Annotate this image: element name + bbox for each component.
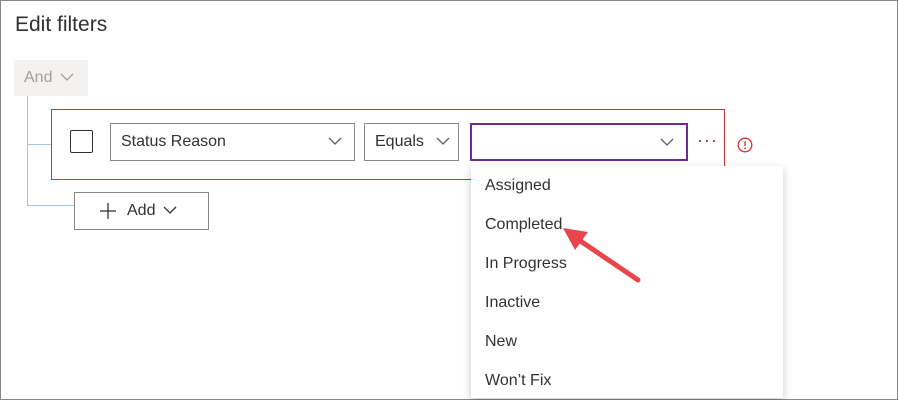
more-icon[interactable]: ··· (697, 130, 718, 151)
option-assigned[interactable]: Assigned (471, 166, 783, 205)
chevron-down-icon (660, 134, 674, 152)
chevron-down-icon (60, 69, 74, 87)
operator-value: Equals (375, 133, 424, 150)
add-button[interactable]: Add (74, 192, 209, 230)
chevron-down-icon (436, 133, 450, 151)
panel-title: Edit filters (15, 13, 108, 36)
value-dropdown[interactable] (470, 123, 688, 161)
option-wont-fix[interactable]: Won’t Fix (471, 361, 783, 400)
add-button-label: Add (127, 202, 156, 219)
attribute-dropdown[interactable]: Status Reason (110, 123, 355, 161)
annotation-arrow-icon (563, 228, 641, 283)
group-operator-dropdown[interactable]: And (14, 60, 88, 96)
option-inactive[interactable]: Inactive (471, 283, 783, 322)
row-select-checkbox[interactable] (70, 130, 93, 153)
operator-dropdown[interactable]: Equals (364, 123, 459, 161)
tree-connector (27, 96, 28, 206)
error-icon (737, 137, 753, 153)
group-operator-label: And (24, 69, 53, 86)
plus-icon (97, 200, 119, 222)
chevron-down-icon (328, 133, 342, 151)
chevron-down-icon (163, 202, 177, 220)
attribute-value: Status Reason (121, 133, 226, 150)
tree-connector (27, 144, 51, 145)
tree-connector (27, 205, 74, 206)
option-new[interactable]: New (471, 322, 783, 361)
